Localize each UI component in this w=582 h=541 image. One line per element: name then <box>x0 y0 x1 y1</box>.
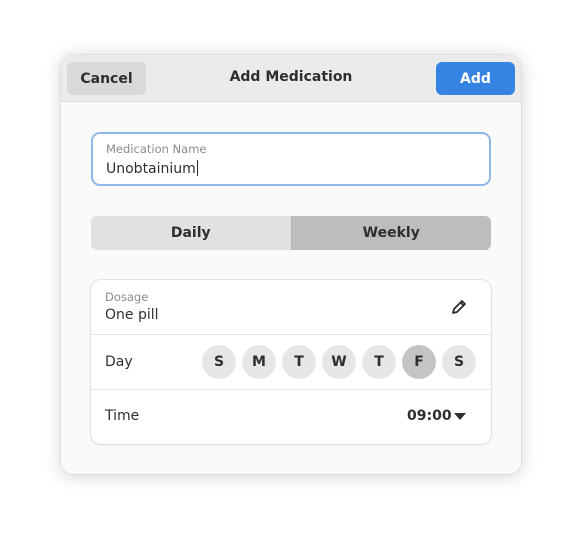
dosage-label: Dosage <box>105 290 149 304</box>
add-medication-dialog: Cancel Add Medication Add Medication Nam… <box>61 55 521 474</box>
dosage-row: Dosage One pill <box>91 280 491 335</box>
day-button-friday[interactable]: F <box>402 345 436 379</box>
time-value[interactable]: 09:00 <box>407 408 452 424</box>
schedule-card: Dosage One pill Day S M T W T F S Time 0… <box>91 280 491 444</box>
medication-name-field[interactable]: Medication Name Unobtainium <box>91 132 491 186</box>
day-selector: S M T W T F S <box>202 345 476 379</box>
daily-toggle-button[interactable]: Daily <box>91 216 291 250</box>
day-button-tuesday[interactable]: T <box>282 345 316 379</box>
day-button-monday[interactable]: M <box>242 345 276 379</box>
frequency-toggle: Daily Weekly <box>91 216 491 250</box>
day-button-sunday[interactable]: S <box>202 345 236 379</box>
time-row[interactable]: Time 09:00 <box>91 390 491 444</box>
day-button-thursday[interactable]: T <box>362 345 396 379</box>
medication-name-value: Unobtainium <box>106 161 196 177</box>
day-button-wednesday[interactable]: W <box>322 345 356 379</box>
pencil-icon[interactable] <box>450 298 468 316</box>
time-label: Time <box>105 408 140 424</box>
medication-name-input[interactable]: Unobtainium <box>106 160 198 177</box>
day-label: Day <box>105 354 133 370</box>
day-button-saturday[interactable]: S <box>442 345 476 379</box>
day-row: Day S M T W T F S <box>91 335 491 390</box>
header-bar: Cancel Add Medication Add <box>61 55 521 102</box>
medication-name-label: Medication Name <box>106 142 207 156</box>
weekly-toggle-button[interactable]: Weekly <box>290 216 491 250</box>
add-button[interactable]: Add <box>436 62 515 95</box>
text-cursor <box>196 160 198 176</box>
dosage-value: One pill <box>105 307 159 323</box>
chevron-down-icon[interactable] <box>454 413 466 421</box>
